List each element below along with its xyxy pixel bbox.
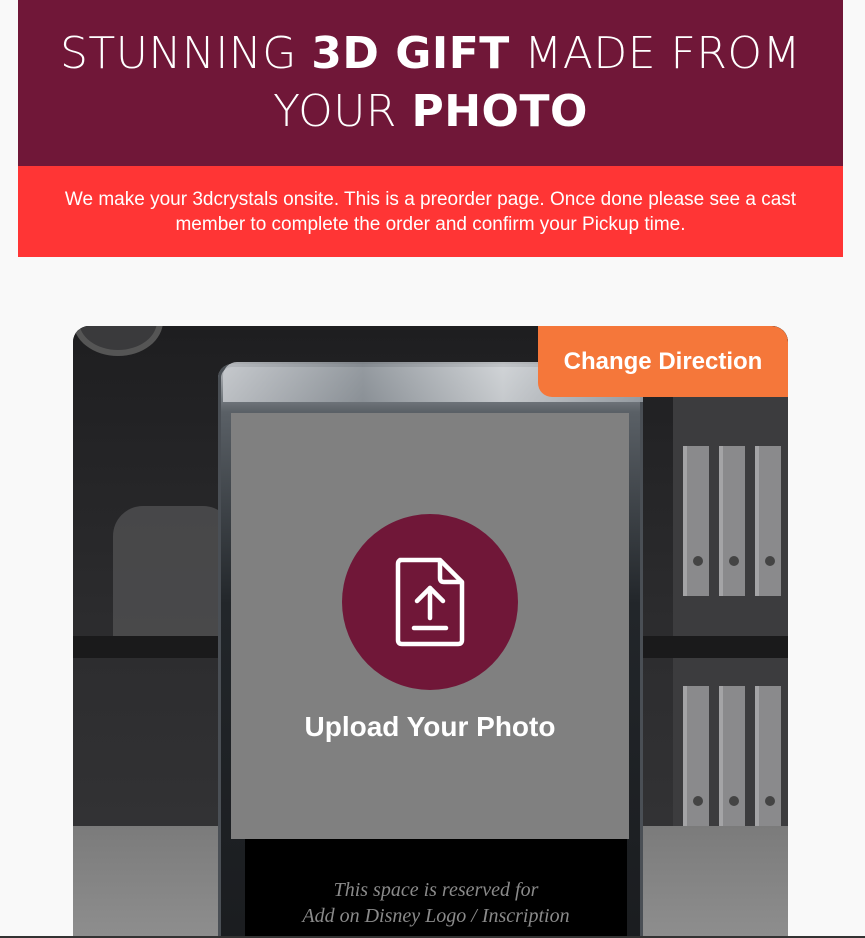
hero-line1-bold: 3D GIFT: [311, 28, 510, 79]
hero-title-line-2: YOUR PHOTO: [273, 83, 588, 141]
file-upload-icon: [395, 557, 465, 647]
upload-photo-button[interactable]: [342, 514, 518, 690]
hero-line1-post: MADE FROM: [509, 28, 802, 79]
reserved-line-1: This space is reserved for: [333, 879, 539, 901]
hero-banner: STUNNING 3D GIFT MADE FROM YOUR PHOTO: [18, 0, 843, 166]
hero-line2-bold: PHOTO: [411, 86, 588, 137]
background-binder: [755, 446, 781, 596]
change-direction-button[interactable]: Change Direction: [538, 326, 788, 397]
background-shelf: [673, 396, 788, 836]
background-binder: [755, 686, 781, 836]
background-binder: [683, 686, 709, 836]
background-binder: [683, 446, 709, 596]
background-binder: [719, 686, 745, 836]
preorder-notice: We make your 3dcrystals onsite. This is …: [18, 166, 843, 257]
reserved-inscription-area: This space is reserved for Add on Disney…: [245, 839, 627, 938]
hero-line2-pre: YOUR: [273, 86, 412, 137]
upload-photo-label[interactable]: Upload Your Photo: [231, 711, 629, 743]
background-binder: [719, 446, 745, 596]
reserved-line-2: Add on Disney Logo / Inscription: [302, 905, 570, 927]
background-chair: [113, 506, 233, 656]
preorder-notice-text: We make your 3dcrystals onsite. This is …: [64, 188, 797, 235]
product-preview: Upload Your Photo This space is reserved…: [73, 326, 788, 938]
hero-line1-pre: STUNNING: [59, 28, 312, 79]
hero-title-line-1: STUNNING 3D GIFT MADE FROM: [60, 25, 801, 83]
